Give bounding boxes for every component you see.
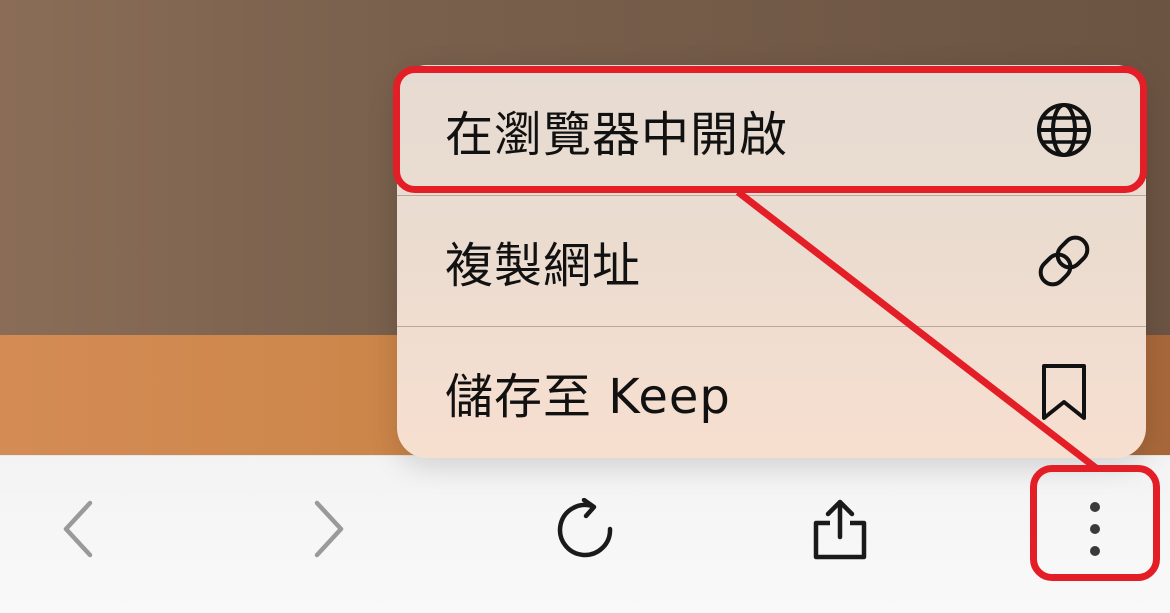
back-icon (58, 499, 98, 559)
link-icon (1032, 229, 1096, 293)
share-button[interactable] (795, 456, 885, 601)
more-options-menu: 在瀏覽器中開啟 複製網址 儲存至 Keep (397, 65, 1146, 458)
reload-icon (554, 497, 616, 560)
bookmark-icon (1032, 360, 1096, 424)
screen: 在瀏覽器中開啟 複製網址 儲存至 Keep (0, 0, 1170, 613)
more-options-button[interactable] (1060, 456, 1130, 601)
menu-item-label: 複製網址 (445, 238, 642, 294)
menu-item-label: 在瀏覽器中開啟 (445, 107, 789, 163)
globe-icon (1032, 98, 1096, 162)
back-button[interactable] (35, 456, 120, 601)
bottom-toolbar (0, 455, 1170, 613)
more-vertical-icon (1085, 499, 1105, 559)
menu-item-save-to-keep[interactable]: 儲存至 Keep (397, 327, 1146, 457)
menu-item-copy-url[interactable]: 複製網址 (397, 196, 1146, 326)
reload-button[interactable] (540, 456, 630, 601)
menu-item-open-in-browser[interactable]: 在瀏覽器中開啟 (397, 65, 1146, 195)
menu-item-label: 儲存至 Keep (445, 369, 731, 425)
forward-icon (309, 499, 349, 559)
forward-button[interactable] (286, 456, 371, 601)
share-icon (810, 497, 870, 561)
